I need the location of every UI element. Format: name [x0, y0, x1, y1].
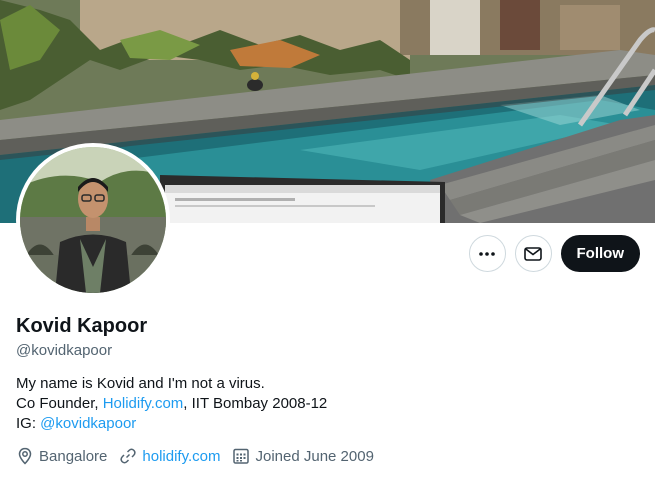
- location-pin-icon: [18, 447, 32, 465]
- bio-text: Co Founder,: [16, 395, 103, 412]
- more-icon: [479, 251, 495, 256]
- bio-line-1: My name is Kovid and I'm not a virus.: [16, 375, 265, 392]
- profile-actions: Follow: [468, 235, 640, 272]
- avatar-image: [20, 147, 166, 293]
- instagram-link[interactable]: @kovidkapoor: [40, 415, 136, 432]
- location: Bangalore: [16, 447, 107, 465]
- website-link[interactable]: holidify.com: [142, 448, 220, 465]
- profile-meta: Bangalore holidify.com Joined June 2009: [16, 447, 374, 465]
- bio-text: , IIT Bombay 2008-12: [183, 395, 328, 412]
- more-button[interactable]: [468, 235, 506, 272]
- message-button[interactable]: [514, 235, 552, 272]
- profile-name: Kovid Kapoor: [16, 315, 148, 337]
- bio-line-2: Co Founder, Holidify.com, IIT Bombay 200…: [16, 394, 327, 414]
- join-date-text: Joined June 2009: [255, 447, 374, 465]
- location-text: Bangalore: [39, 447, 108, 465]
- bio-text: IG:: [16, 415, 41, 432]
- website: holidify.com: [119, 447, 220, 465]
- bio-line-3: IG: @kovidkapoor: [16, 414, 327, 434]
- profile-avatar[interactable]: [16, 143, 170, 297]
- calendar-icon: [233, 448, 250, 464]
- link-icon: [120, 448, 137, 464]
- join-date: Joined June 2009: [232, 447, 374, 465]
- follow-button[interactable]: Follow: [560, 235, 640, 272]
- profile-handle: @kovidkapoor: [16, 342, 113, 359]
- holidify-link[interactable]: Holidify.com: [103, 395, 184, 412]
- envelope-icon: [524, 246, 542, 261]
- profile-bio: My name is Kovid and I'm not a virus. Co…: [16, 374, 327, 434]
